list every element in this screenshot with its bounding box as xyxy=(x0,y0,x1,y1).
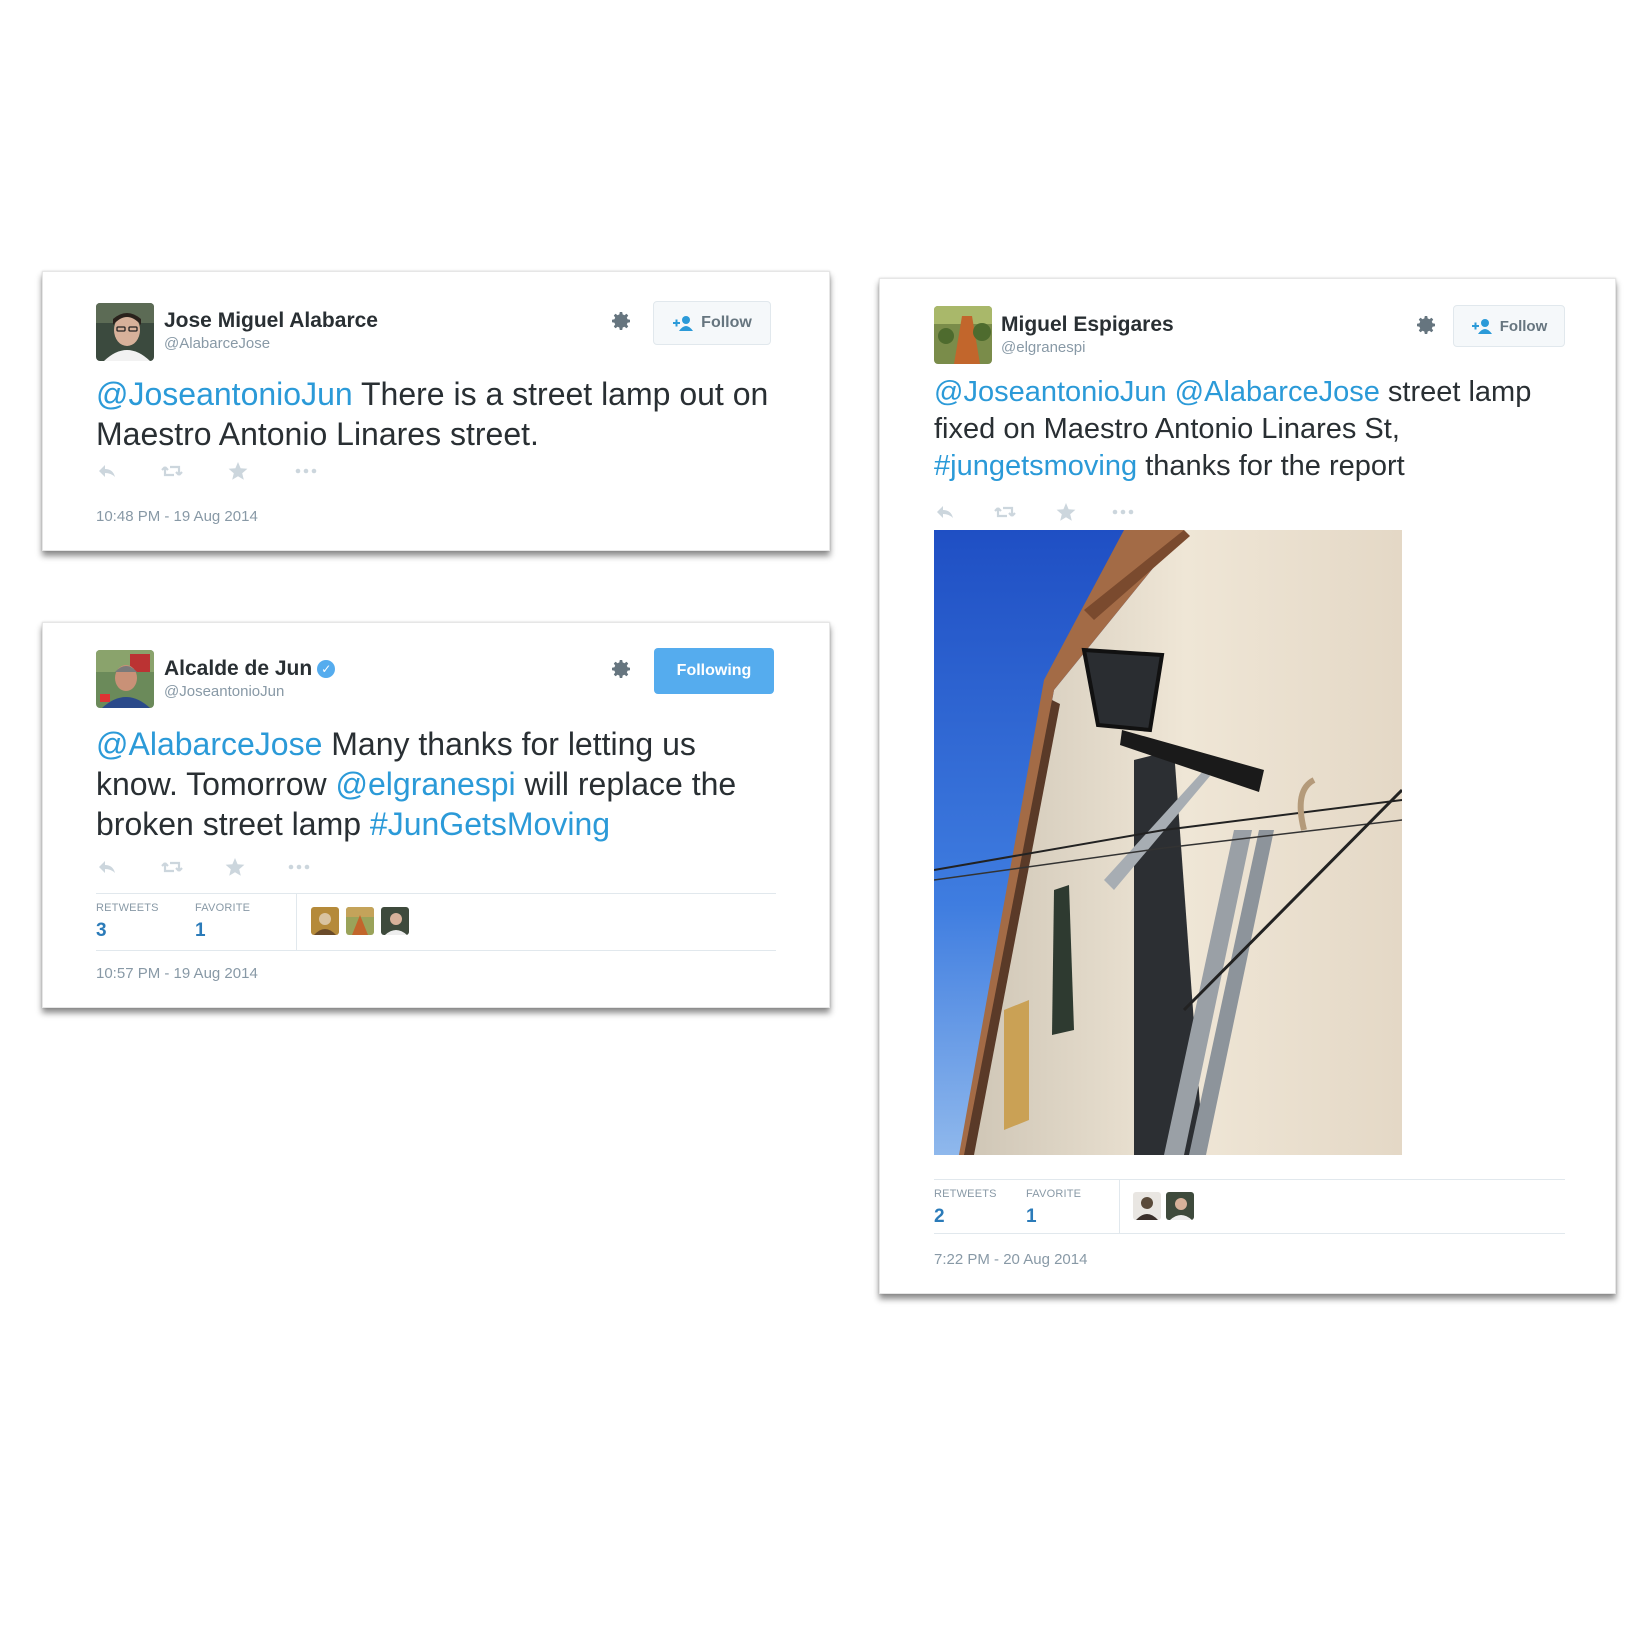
retweeter-avatar[interactable] xyxy=(1166,1192,1194,1220)
user-name[interactable]: Jose Miguel Alabarce xyxy=(164,309,378,333)
add-user-icon xyxy=(673,316,694,331)
tweet-stats: RETWEETS 2 FAVORITE 1 xyxy=(934,1179,1565,1234)
hashtag-link[interactable]: #jungetsmoving xyxy=(934,450,1137,482)
avatar[interactable] xyxy=(96,303,154,361)
user-handle[interactable]: @AlabarceJose xyxy=(164,335,270,352)
timestamp[interactable]: 10:57 PM - 19 Aug 2014 xyxy=(96,965,258,982)
retweet-icon[interactable] xyxy=(159,460,185,482)
favorite-count[interactable]: FAVORITE 1 xyxy=(1026,1188,1081,1228)
retweet-count[interactable]: RETWEETS 3 xyxy=(96,902,159,942)
star-icon[interactable] xyxy=(224,856,246,878)
mention-link[interactable]: @JoseantonioJun xyxy=(96,376,353,412)
tweet-text: @JoseantonioJun There is a street lamp o… xyxy=(96,374,786,454)
tweet-actions xyxy=(96,460,356,482)
retweet-icon[interactable] xyxy=(992,501,1018,523)
avatar[interactable] xyxy=(934,306,992,364)
user-handle[interactable]: @elgranespi xyxy=(1001,339,1085,356)
verified-badge-icon: ✓ xyxy=(317,660,336,678)
hashtag-link[interactable]: #JunGetsMoving xyxy=(370,806,610,842)
star-icon[interactable] xyxy=(227,460,249,482)
retweeter-avatar[interactable] xyxy=(346,907,374,935)
tweet-text: @JoseantonioJun @AlabarceJose street lam… xyxy=(934,374,1544,485)
tweet-stats: RETWEETS 3 FAVORITE 1 xyxy=(96,893,776,951)
more-icon[interactable] xyxy=(286,856,312,878)
mention-link[interactable]: @elgranespi xyxy=(336,766,516,802)
mention-link[interactable]: @AlabarceJose xyxy=(1175,376,1380,408)
timestamp[interactable]: 7:22 PM - 20 Aug 2014 xyxy=(934,1251,1087,1268)
follow-button[interactable]: Follow xyxy=(1453,305,1565,347)
timestamp[interactable]: 10:48 PM - 19 Aug 2014 xyxy=(96,508,258,525)
tweet-card-espigares: Miguel Espigares @elgranespi Follow @Jos… xyxy=(879,278,1616,1294)
retweet-count[interactable]: RETWEETS 2 xyxy=(934,1188,997,1228)
tweet-card-alabarce: Jose Miguel Alabarce @AlabarceJose Follo… xyxy=(42,271,830,551)
retweets-value: 3 xyxy=(96,920,107,941)
tweet-text-segment: thanks for the report xyxy=(1137,450,1405,482)
follow-button[interactable]: Follow xyxy=(653,301,771,345)
more-icon[interactable] xyxy=(293,460,319,482)
tweet-card-alcalde: Alcalde de Jun ✓ @JoseantonioJun Followin… xyxy=(42,622,830,1008)
retweeter-avatar[interactable] xyxy=(1133,1192,1161,1220)
reply-icon[interactable] xyxy=(96,460,118,482)
reply-icon[interactable] xyxy=(96,856,118,878)
follow-label: Follow xyxy=(1499,317,1548,335)
favorites-label: FAVORITE xyxy=(1026,1188,1082,1200)
favorites-value: 1 xyxy=(195,920,206,941)
stats-divider xyxy=(296,894,297,950)
follow-label: Follow xyxy=(701,314,752,331)
star-icon[interactable] xyxy=(1055,501,1077,523)
gear-icon[interactable] xyxy=(609,309,633,333)
reply-icon[interactable] xyxy=(934,501,956,523)
more-icon[interactable] xyxy=(1110,501,1136,523)
gear-icon[interactable] xyxy=(1414,313,1438,337)
retweets-label: RETWEETS xyxy=(934,1188,997,1200)
retweets-value: 2 xyxy=(934,1206,945,1227)
tweet-text-segment xyxy=(1167,376,1175,408)
user-name-text: Alcalde de Jun xyxy=(164,657,313,680)
tweet-actions xyxy=(934,501,1194,523)
user-handle[interactable]: @JoseantonioJun xyxy=(164,683,284,700)
following-button[interactable]: Following xyxy=(654,648,774,694)
retweeter-avatar[interactable] xyxy=(381,907,409,935)
retweeter-avatar[interactable] xyxy=(311,907,339,935)
stats-divider xyxy=(1119,1180,1120,1233)
user-name[interactable]: Miguel Espigares xyxy=(1001,313,1174,337)
favorite-count[interactable]: FAVORITE 1 xyxy=(195,902,250,942)
retweets-label: RETWEETS xyxy=(96,902,159,914)
favorites-label: FAVORITE xyxy=(195,902,251,914)
tweet-photo[interactable] xyxy=(934,530,1402,1155)
avatar[interactable] xyxy=(96,650,154,708)
retweet-icon[interactable] xyxy=(159,856,185,878)
mention-link[interactable]: @JoseantonioJun xyxy=(934,376,1167,408)
user-name[interactable]: Alcalde de Jun ✓ xyxy=(164,657,336,681)
add-user-icon xyxy=(1471,319,1492,334)
favorites-value: 1 xyxy=(1026,1206,1037,1227)
tweet-text: @AlabarceJose Many thanks for letting us… xyxy=(96,724,786,844)
tweet-actions xyxy=(96,856,356,878)
gear-icon[interactable] xyxy=(609,657,633,681)
mention-link[interactable]: @AlabarceJose xyxy=(96,726,322,762)
